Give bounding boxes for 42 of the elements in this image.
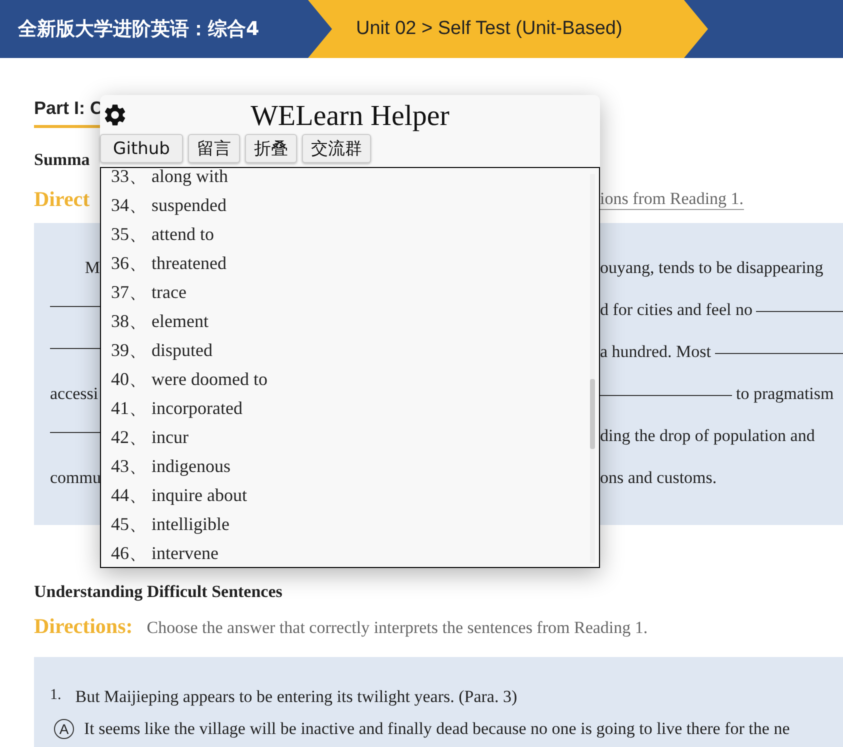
settings-icon[interactable] [102, 102, 128, 128]
passage-text: a hundred. Most [600, 342, 711, 362]
answer-item: 39、 disputed [111, 339, 214, 362]
scrollbar-thumb[interactable] [590, 379, 595, 449]
question-number: 1. [50, 687, 62, 705]
answer-item: 43、 indigenous [111, 455, 232, 478]
answer-item: 42、 incur [111, 426, 190, 449]
toolbar-button[interactable]: 折叠 [245, 134, 297, 163]
question-text: But Maijieping appears to be entering its twilight years. (Para. 3) [75, 687, 518, 707]
passage-text: accessi [50, 384, 98, 404]
answer-item: 37、 trace [111, 281, 188, 304]
passage-text: d for cities and feel no [600, 300, 752, 320]
toolbar-button[interactable]: Github [100, 134, 183, 163]
breadcrumb[interactable]: Unit 02 > Self Test (Unit-Based) [308, 0, 708, 58]
passage-text: commu [50, 468, 101, 488]
answer-item: 45、 intelligible [111, 513, 230, 536]
answer-item: 46、 intervene [111, 542, 220, 565]
answer-item: 33、 along with [111, 168, 229, 188]
answer-item: 36、 threatened [111, 252, 228, 275]
passage-text: to pragmatism [736, 384, 834, 404]
toolbar-button[interactable]: 留言 [188, 134, 240, 163]
answer-item: 44、 inquire about [111, 484, 248, 507]
passage-text: ding the drop of population and [600, 426, 815, 446]
section-heading: Understanding Difficult Sentences [34, 582, 284, 602]
option-text[interactable]: It seems like the village will be inactive and finally dead because no one is going to live there for the ne [84, 719, 790, 739]
directions-label: Direct [34, 186, 91, 212]
passage-text: M [84, 258, 100, 278]
answer-item: 34、 suspended [111, 194, 228, 217]
answer-item: 41、 incorporated [111, 397, 244, 420]
panel-title: WELearn Helper [250, 100, 450, 133]
toolbar-button[interactable]: 交流群 [302, 134, 371, 163]
option-letter[interactable]: A [54, 719, 74, 739]
section-heading: Summa [34, 150, 91, 170]
passage-text: ons and customs. [600, 468, 717, 488]
course-title: 全新版大学进阶英语：综合4 [16, 17, 260, 42]
answer-item: 35、 attend to [111, 223, 215, 246]
answer-item: 40、 were doomed to [111, 368, 268, 391]
scrollbar-track[interactable] [590, 174, 595, 563]
passage-text: ouyang, tends to be disappearing [600, 258, 824, 278]
answer-item: 38、 element [111, 310, 210, 333]
directions-label: Directions: [34, 614, 133, 639]
directions-text: Choose the answer that correctly interprets the sentences from Reading 1. [146, 618, 648, 638]
